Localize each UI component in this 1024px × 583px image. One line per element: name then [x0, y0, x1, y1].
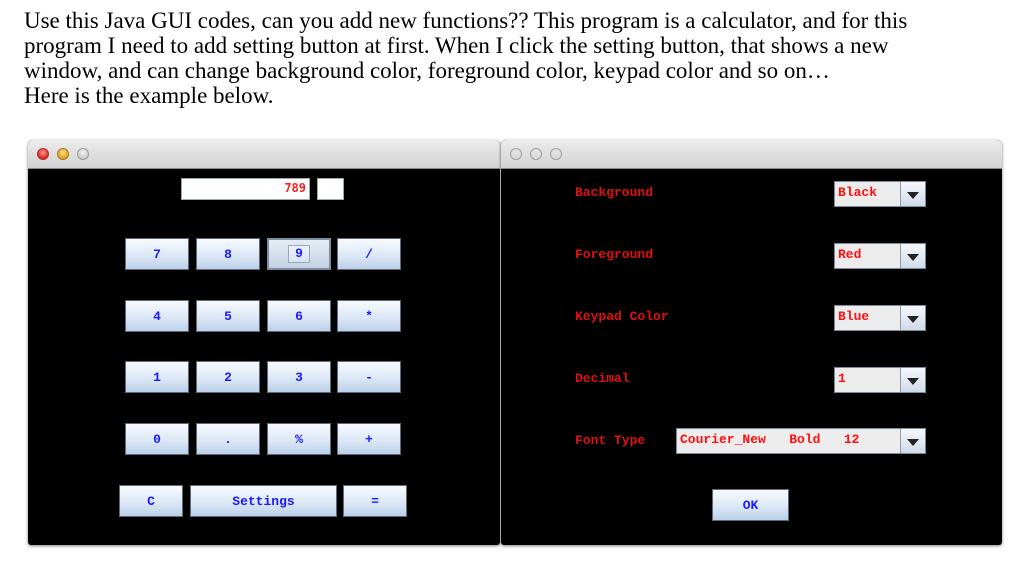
key-label: Settings	[232, 493, 295, 509]
key-decimal[interactable]: .	[196, 423, 260, 455]
minimize-button[interactable]	[57, 148, 69, 160]
decimal-select[interactable]: 1	[834, 367, 926, 393]
zoom-button[interactable]	[550, 148, 562, 160]
memory-field[interactable]	[317, 178, 344, 200]
key-label: 0	[153, 431, 161, 447]
settings-body: Background Black Foreground Red Keypad C…	[501, 169, 1002, 545]
key-1[interactable]: 1	[125, 361, 189, 393]
font-type-select[interactable]: Courier_New Bold 12	[676, 428, 926, 454]
chevron-down-icon[interactable]	[900, 368, 925, 392]
keypad-color-select-value: Blue	[838, 309, 870, 324]
key-7[interactable]: 7	[125, 238, 189, 270]
chevron-down-icon[interactable]	[900, 429, 925, 453]
ok-button-label: OK	[742, 497, 759, 513]
font-type-select-value: Courier_New Bold 12	[680, 432, 860, 447]
key-2[interactable]: 2	[196, 361, 260, 393]
key-label: 9	[288, 245, 310, 263]
close-button[interactable]	[510, 148, 522, 160]
key-label: -	[365, 369, 373, 385]
question-text: Use this Java GUI codes, can you add new…	[24, 8, 1014, 108]
decimal-label: Decimal	[575, 371, 630, 386]
equals-button[interactable]: =	[343, 485, 407, 517]
display-field[interactable]: 789	[181, 178, 310, 200]
calculator-window: 789 7 8 9 / 4 5 6 * 1 2 3 - 0 . % + C Se…	[28, 140, 500, 545]
font-type-label: Font Type	[575, 433, 646, 448]
question-line: program I need to add setting button at …	[24, 33, 889, 58]
key-label: 7	[153, 246, 161, 262]
key-label: /	[365, 246, 373, 262]
foreground-select[interactable]: Red	[834, 243, 926, 269]
key-multiply[interactable]: *	[337, 300, 401, 332]
key-divide[interactable]: /	[337, 238, 401, 270]
key-label: =	[371, 493, 379, 509]
minimize-button[interactable]	[530, 148, 542, 160]
ok-button[interactable]: OK	[712, 489, 789, 521]
key-label: %	[295, 431, 303, 447]
clear-button[interactable]: C	[119, 485, 183, 517]
key-label: 3	[295, 369, 303, 385]
key-4[interactable]: 4	[125, 300, 189, 332]
foreground-select-value: Red	[838, 247, 862, 262]
zoom-button[interactable]	[77, 148, 89, 160]
background-label: Background	[575, 185, 654, 200]
key-label: 8	[224, 246, 232, 262]
close-button[interactable]	[37, 148, 49, 160]
key-label: C	[147, 493, 155, 509]
key-3[interactable]: 3	[267, 361, 331, 393]
key-label: 4	[153, 308, 161, 324]
keypad-color-select[interactable]: Blue	[834, 305, 926, 331]
chevron-down-icon[interactable]	[900, 182, 925, 206]
chevron-down-icon[interactable]	[900, 244, 925, 268]
question-line: window, and can change background color,…	[24, 58, 830, 83]
keypad-color-label: Keypad Color	[575, 309, 669, 324]
foreground-label: Foreground	[575, 247, 654, 262]
key-add[interactable]: +	[337, 423, 401, 455]
background-select-value: Black	[838, 185, 878, 200]
key-label: *	[365, 308, 373, 324]
key-8[interactable]: 8	[196, 238, 260, 270]
chevron-down-icon[interactable]	[900, 306, 925, 330]
question-line: Here is the example below.	[24, 83, 274, 108]
key-6[interactable]: 6	[267, 300, 331, 332]
calculator-titlebar[interactable]	[28, 140, 500, 169]
key-label: 5	[224, 308, 232, 324]
settings-window: Background Black Foreground Red Keypad C…	[501, 140, 1002, 545]
settings-button[interactable]: Settings	[190, 485, 337, 517]
key-label: +	[365, 431, 373, 447]
settings-titlebar[interactable]	[501, 140, 1002, 169]
question-line: Use this Java GUI codes, can you add new…	[24, 8, 908, 33]
key-label: 1	[153, 369, 161, 385]
key-5[interactable]: 5	[196, 300, 260, 332]
key-9[interactable]: 9	[267, 238, 331, 270]
background-select[interactable]: Black	[834, 181, 926, 207]
calculator-body: 789 7 8 9 / 4 5 6 * 1 2 3 - 0 . % + C Se…	[28, 169, 500, 545]
key-label: 6	[295, 308, 303, 324]
key-label: 2	[224, 369, 232, 385]
decimal-select-value: 1	[838, 371, 846, 386]
key-percent[interactable]: %	[267, 423, 331, 455]
key-0[interactable]: 0	[125, 423, 189, 455]
key-label: .	[224, 431, 232, 447]
key-subtract[interactable]: -	[337, 361, 401, 393]
